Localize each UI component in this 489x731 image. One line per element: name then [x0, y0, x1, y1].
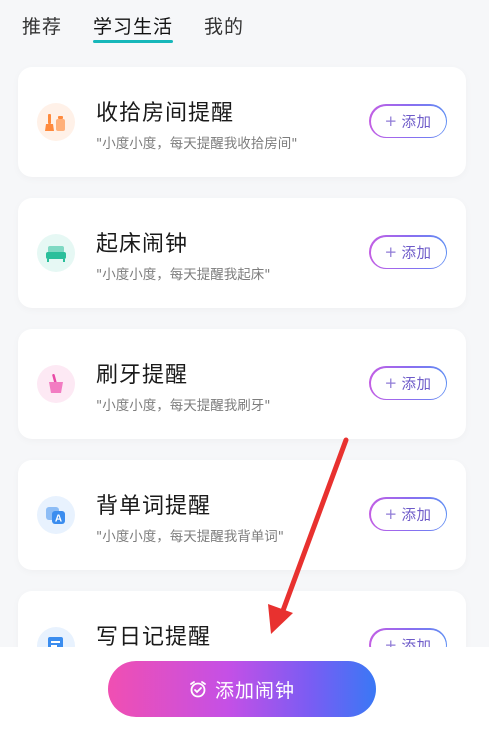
add-alarm-button[interactable]: 添加闹钟: [108, 661, 376, 717]
plus-icon: +: [384, 112, 398, 130]
plus-icon: +: [384, 243, 398, 261]
tab-mine[interactable]: 我的: [204, 0, 244, 39]
card-title: 起床闹钟: [96, 232, 189, 257]
add-button[interactable]: +添加: [369, 366, 447, 400]
alarm-clock-icon: [189, 680, 207, 698]
card-subtitle: "小度小度，每天提醒我起床": [96, 267, 271, 283]
toothbrush-cup-icon: [37, 365, 75, 403]
card-title: 收拾房间提醒: [96, 101, 235, 126]
reminder-card-brush-teeth[interactable]: 刷牙提醒 "小度小度，每天提醒我刷牙" + 添加: [18, 329, 466, 439]
bed-icon: [37, 234, 75, 272]
add-alarm-label: 添加闹钟: [214, 679, 295, 702]
reminder-card-tidy-room[interactable]: 收拾房间提醒 "小度小度，每天提醒我收拾房间" + 添加: [18, 67, 466, 177]
plus-icon: +: [384, 374, 398, 392]
add-button-label: 添加: [401, 114, 432, 131]
page: 推荐 学习生活 我的 收拾房间提醒 "小度小度，每天提醒我收拾房间" +添加: [0, 0, 489, 731]
top-tab-bar: 推荐 学习生活 我的: [0, 0, 489, 52]
plus-icon: +: [384, 505, 398, 523]
add-button[interactable]: +添加: [369, 497, 447, 531]
add-button[interactable]: +添加: [369, 104, 447, 138]
card-title: 背单词提醒: [96, 494, 212, 519]
bottom-bar: 添加闹钟: [0, 647, 489, 731]
card-title: 刷牙提醒: [96, 363, 189, 388]
broom-icon: [37, 103, 75, 141]
add-button-label: 添加: [401, 507, 432, 524]
reminder-card-vocabulary[interactable]: A 背单词提醒 "小度小度，每天提醒我背单词" + 添加: [18, 460, 466, 570]
tab-recommend[interactable]: 推荐: [22, 0, 62, 39]
card-subtitle: "小度小度，每天提醒我收拾房间": [96, 136, 298, 152]
tab-study-life[interactable]: 学习生活: [93, 0, 174, 43]
add-button-label: 添加: [401, 245, 432, 262]
reminder-card-wake-up[interactable]: 起床闹钟 "小度小度，每天提醒我起床" + 添加: [18, 198, 466, 308]
card-subtitle: "小度小度，每天提醒我刷牙": [96, 398, 271, 414]
add-button[interactable]: +添加: [369, 235, 447, 269]
card-subtitle: "小度小度，每天提醒我背单词": [96, 529, 284, 545]
vocabulary-icon: A: [37, 496, 75, 534]
add-button-label: 添加: [401, 376, 432, 393]
svg-text:A: A: [55, 514, 62, 525]
